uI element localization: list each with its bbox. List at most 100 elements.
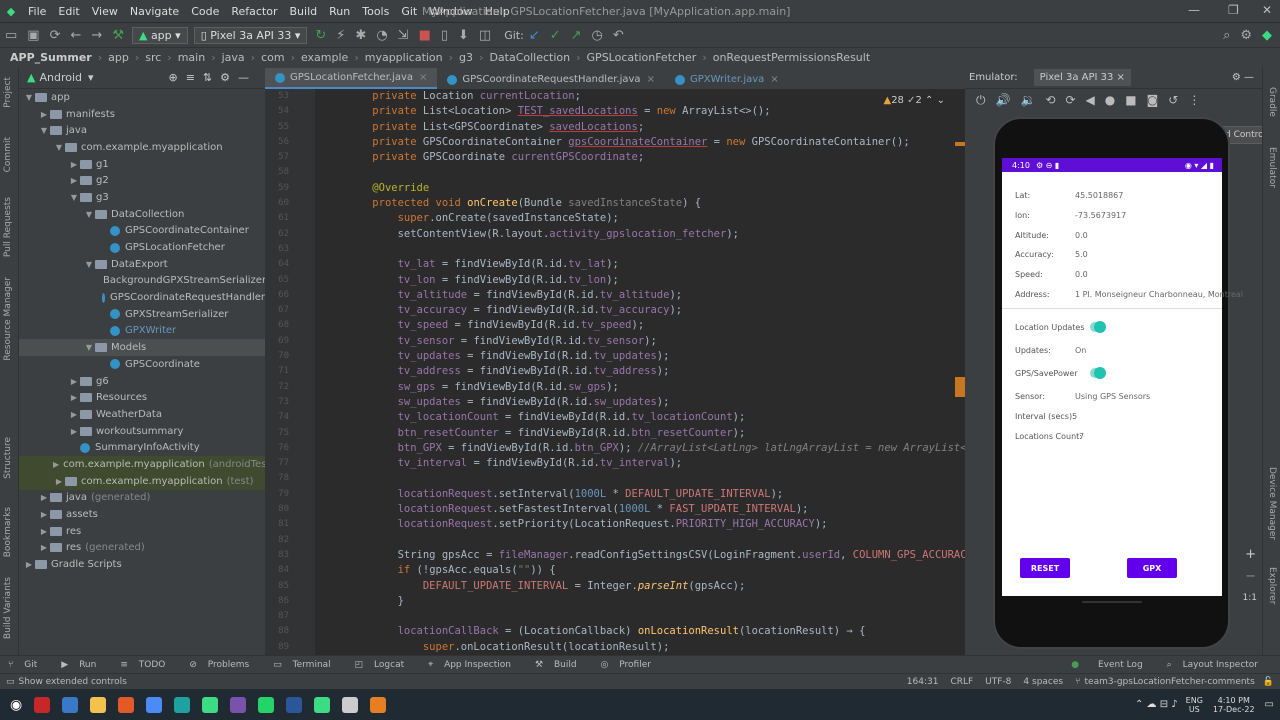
tree-item[interactable]: ▶ g6 <box>19 373 265 390</box>
tree-item[interactable]: GPSLocationFetcher <box>19 239 265 256</box>
project-tool-tab[interactable]: Project <box>3 77 13 108</box>
rotate-right-icon[interactable]: ⟳ <box>1065 93 1075 107</box>
chevron-right-icon[interactable]: ▶ <box>38 110 50 119</box>
zoom-in-icon[interactable]: + <box>1245 547 1256 562</box>
language-indicator[interactable]: ENG US <box>1186 696 1203 714</box>
bookmarks-tool-tab[interactable]: Bookmarks <box>3 507 13 557</box>
android-studio-task-icon[interactable] <box>314 696 331 713</box>
tree-item[interactable]: ▶ com.example.myapplication(androidTest) <box>19 456 265 473</box>
tree-item[interactable]: ▶ java (generated) <box>19 490 265 507</box>
tree-item[interactable]: BackgroundGPXStreamSerializer <box>19 273 265 290</box>
tree-item[interactable]: ▶ com.example.myapplication (test) <box>19 472 265 490</box>
messenger-icon[interactable] <box>230 696 247 713</box>
device-manager-icon[interactable]: ▯ <box>441 28 448 43</box>
close-tab-icon[interactable]: × <box>647 74 655 85</box>
menu-view[interactable]: View <box>86 5 124 18</box>
chevron-right-icon[interactable]: ▶ <box>53 477 65 486</box>
tree-item[interactable]: GPSCoordinateRequestHandler <box>19 289 265 306</box>
terminal-tool-tab[interactable]: ▭ Terminal <box>273 660 338 670</box>
app-icon-grey[interactable] <box>342 696 359 713</box>
run-config-select[interactable]: ▲ app ▾ <box>131 26 188 44</box>
breadcrumb-app[interactable]: app <box>108 51 129 64</box>
chevron-down-icon[interactable]: ▼ <box>68 193 80 202</box>
tree-item[interactable]: ▶ g1 <box>19 156 265 173</box>
problems-tool-tab[interactable]: ⊘ Problems <box>189 660 257 670</box>
chevron-right-icon[interactable]: ▶ <box>68 393 80 402</box>
tree-item[interactable]: GPSCoordinate <box>19 356 265 373</box>
chevron-right-icon[interactable]: ▶ <box>38 527 50 536</box>
tree-item[interactable]: ▶ assets <box>19 506 265 523</box>
chevron-right-icon[interactable]: ▶ <box>38 510 50 519</box>
run-tool-tab[interactable]: ▶ Run <box>61 660 104 670</box>
device-manager-tool-tab[interactable]: Device Manager <box>1267 467 1277 540</box>
commit-tool-tab[interactable]: Commit <box>3 137 13 172</box>
device-select[interactable]: ▯ Pixel 3a API 33 ▾ <box>193 26 308 44</box>
gradle-tool-tab[interactable]: Gradle <box>1267 87 1277 117</box>
stop-icon[interactable]: ■ <box>419 28 431 43</box>
chevron-down-icon[interactable]: ▼ <box>53 143 65 152</box>
chrome-icon[interactable] <box>202 696 219 713</box>
app-icon-blue[interactable] <box>146 696 163 713</box>
tree-item[interactable]: ▼ DataExport <box>19 256 265 273</box>
notifications-icon[interactable]: ▭ <box>1265 699 1274 710</box>
device-file-explorer-tool-tab[interactable]: Device File Explorer <box>1267 567 1280 655</box>
tree-item[interactable]: GPXStreamSerializer <box>19 306 265 323</box>
status-panel-icon[interactable]: ▭ <box>6 677 15 687</box>
breadcrumb-datacollection[interactable]: DataCollection <box>489 51 570 64</box>
extended-controls-icon[interactable]: ⋮ <box>1188 93 1200 107</box>
breadcrumb-myapplication[interactable]: myapplication <box>365 51 443 64</box>
layout-inspector-icon[interactable]: ◫ <box>479 28 491 43</box>
chevron-down-icon[interactable]: ▼ <box>83 260 95 269</box>
chevron-right-icon[interactable]: ▶ <box>68 160 80 169</box>
rotate-left-icon[interactable]: ⟲ <box>1045 93 1055 107</box>
breadcrumb-java[interactable]: java <box>222 51 245 64</box>
breadcrumb-com[interactable]: com <box>261 51 285 64</box>
debug-icon[interactable]: ✱ <box>355 28 366 43</box>
brave-icon[interactable] <box>118 696 135 713</box>
breadcrumb-g3[interactable]: g3 <box>459 51 473 64</box>
chevron-right-icon[interactable]: ▶ <box>38 543 50 552</box>
forward-icon[interactable]: → <box>91 28 102 43</box>
rerun-icon[interactable]: ↻ <box>315 28 326 43</box>
app-icon-orange[interactable] <box>370 696 387 713</box>
todo-tool-tab[interactable]: ≡ TODO <box>120 660 173 670</box>
profiler-tool-tab[interactable]: ◎ Profiler <box>601 660 659 670</box>
git-update-icon[interactable]: ↙ <box>529 28 540 43</box>
attach-debugger-icon[interactable]: ⇲ <box>398 28 409 43</box>
close-tab-icon[interactable]: × <box>770 74 778 85</box>
breadcrumb-class[interactable]: GPSLocationFetcher <box>587 51 697 64</box>
chevron-right-icon[interactable]: ▶ <box>53 460 59 469</box>
project-view-select[interactable]: Android <box>39 71 82 84</box>
edge-icon[interactable] <box>174 696 191 713</box>
menu-navigate[interactable]: Navigate <box>124 5 185 18</box>
reset-button[interactable]: RESET <box>1020 558 1070 578</box>
tree-item[interactable]: ▼ com.example.myapplication <box>19 139 265 156</box>
build-variants-tool-tab[interactable]: Build Variants <box>3 577 13 639</box>
file-explorer-icon[interactable] <box>90 696 107 713</box>
menu-tools[interactable]: Tools <box>356 5 395 18</box>
android-logo-icon[interactable]: ◆ <box>1262 28 1272 43</box>
screenshot-icon[interactable]: ◙ <box>1147 93 1159 107</box>
git-commit-icon[interactable]: ✓ <box>550 28 561 43</box>
tree-item[interactable]: ▼ app <box>19 89 265 106</box>
back-icon[interactable]: ← <box>71 28 82 43</box>
git-branch[interactable]: team3-gpsLocationFetcher-comments <box>1085 677 1255 687</box>
warning-marker[interactable] <box>955 377 965 397</box>
sync-icon[interactable]: ⟳ <box>50 28 61 43</box>
menu-run[interactable]: Run <box>323 5 356 18</box>
emulator-device-tab[interactable]: Pixel 3a API 33 × <box>1033 69 1131 86</box>
tree-item[interactable]: ▶ g2 <box>19 172 265 189</box>
close-tab-icon[interactable]: × <box>419 72 427 83</box>
tree-item[interactable]: ▶ Resources <box>19 389 265 406</box>
menu-refactor[interactable]: Refactor <box>225 5 283 18</box>
git-rollback-icon[interactable]: ↶ <box>613 28 624 43</box>
breadcrumb-main[interactable]: main <box>178 51 205 64</box>
zoom-out-icon[interactable]: − <box>1245 569 1256 584</box>
tree-item[interactable]: ▶ manifests <box>19 106 265 123</box>
snapshot-icon[interactable]: ↺ <box>1168 93 1178 107</box>
git-tool-tab[interactable]: ⑂ Git <box>8 660 45 670</box>
logcat-tool-tab[interactable]: ◰ Logcat <box>355 660 412 670</box>
emulator-tool-tab[interactable]: Emulator <box>1267 147 1277 188</box>
chevron-down-icon[interactable]: ▾ <box>88 71 94 84</box>
restore-icon[interactable]: ❐ <box>1228 3 1239 17</box>
